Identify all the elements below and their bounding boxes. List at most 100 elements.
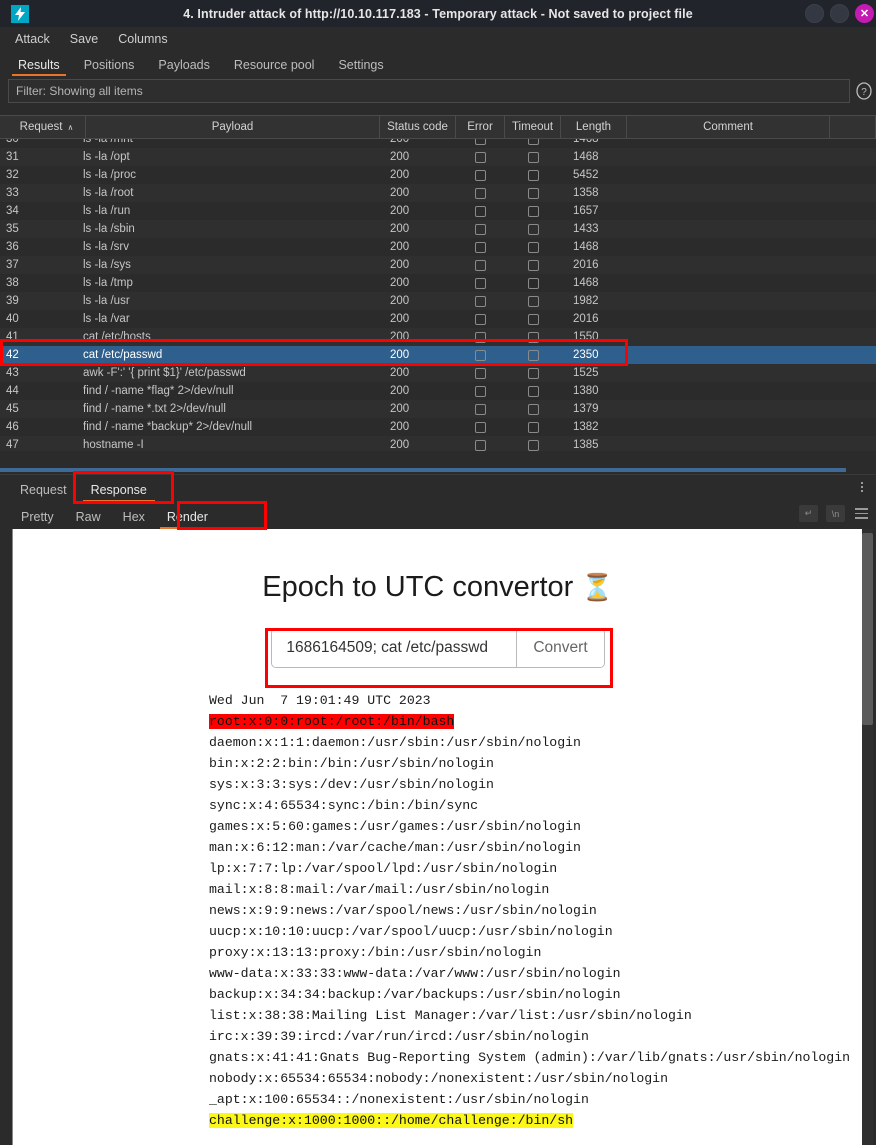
vertical-dots-icon[interactable] [856, 478, 868, 496]
table-row[interactable]: 42 cat /etc/passwd 200 2350 [0, 346, 876, 364]
table-horizontal-scrollbar[interactable] [0, 468, 846, 472]
tab-request[interactable]: Request [8, 483, 79, 502]
tab-pretty[interactable]: Pretty [10, 510, 65, 529]
timeout-checkbox[interactable] [527, 439, 539, 451]
menu-item-save[interactable]: Save [60, 27, 109, 51]
timeout-checkbox[interactable] [527, 169, 539, 181]
show-newlines-icon[interactable]: \n [826, 505, 845, 522]
table-row[interactable]: 32 ls -la /proc 200 5452 [0, 166, 876, 184]
timeout-checkbox[interactable] [527, 421, 539, 433]
timeout-checkbox[interactable] [527, 259, 539, 271]
table-row[interactable]: 41 cat /etc/hosts 200 1550 [0, 328, 876, 346]
error-checkbox[interactable] [475, 151, 486, 163]
table-row[interactable]: 31 ls -la /opt 200 1468 [0, 148, 876, 166]
column-header-timeout[interactable]: Timeout [505, 116, 561, 138]
render-scrollbar-thumb[interactable] [862, 533, 873, 725]
timeout-checkbox[interactable] [527, 295, 539, 307]
error-checkbox[interactable] [475, 187, 486, 199]
tab-positions[interactable]: Positions [72, 58, 147, 76]
close-button[interactable]: ✕ [855, 4, 874, 23]
cell-spacer [830, 292, 876, 310]
timeout-checkbox[interactable] [527, 277, 539, 289]
table-row[interactable]: 47 hostname -I 200 1385 [0, 436, 876, 451]
word-wrap-icon[interactable]: ↵ [799, 505, 818, 522]
tab-payloads[interactable]: Payloads [146, 58, 221, 76]
column-header-error[interactable]: Error [456, 116, 505, 138]
column-header-payload[interactable]: Payload [86, 116, 380, 138]
column-header-comment[interactable]: Comment [627, 116, 830, 138]
error-checkbox[interactable] [475, 421, 486, 433]
cell-length: 1468 [573, 277, 599, 289]
error-checkbox[interactable] [475, 295, 486, 307]
error-checkbox[interactable] [475, 349, 486, 361]
table-row[interactable]: 36 ls -la /srv 200 1468 [0, 238, 876, 256]
cell-timeout [505, 310, 561, 328]
timeout-checkbox[interactable] [527, 223, 539, 235]
error-checkbox[interactable] [475, 331, 486, 343]
error-checkbox[interactable] [475, 139, 486, 145]
tab-results[interactable]: Results [6, 58, 72, 76]
table-row[interactable]: 43 awk -F':' '{ print $1}' /etc/passwd 200… [0, 364, 876, 382]
hamburger-menu-icon[interactable] [853, 505, 870, 522]
tab-hex[interactable]: Hex [112, 510, 156, 529]
column-header-request[interactable]: Request ∧ [0, 116, 86, 138]
timeout-checkbox[interactable] [527, 151, 539, 163]
filter-bar[interactable]: Filter: Showing all items [8, 79, 850, 103]
timeout-checkbox[interactable] [527, 349, 539, 361]
tab-resource-pool[interactable]: Resource pool [222, 58, 327, 76]
error-checkbox[interactable] [475, 259, 486, 271]
results-table[interactable]: Request ∧ Payload Status code Error Time… [0, 115, 876, 472]
table-row[interactable]: 37 ls -la /sys 200 2016 [0, 256, 876, 274]
error-checkbox[interactable] [475, 169, 486, 181]
column-header-status-code[interactable]: Status code [380, 116, 456, 138]
error-checkbox[interactable] [475, 223, 486, 235]
timeout-checkbox[interactable] [527, 367, 539, 379]
cell-length: 1358 [573, 187, 599, 199]
timeout-checkbox[interactable] [527, 313, 539, 325]
cell-timeout [505, 202, 561, 220]
table-row[interactable]: 40 ls -la /var 200 2016 [0, 310, 876, 328]
rendered-response-panel[interactable]: Epoch to UTC convertor ⏳ Convert Wed Jun… [12, 529, 863, 1145]
question-mark-icon[interactable]: ? [855, 82, 873, 100]
error-checkbox[interactable] [475, 313, 486, 325]
timeout-checkbox[interactable] [527, 139, 539, 145]
error-checkbox[interactable] [475, 367, 486, 379]
minimize-button[interactable] [805, 4, 824, 23]
table-row[interactable]: 44 find / -name *flag* 2>/dev/null 200 1380 [0, 382, 876, 400]
timeout-checkbox[interactable] [527, 385, 539, 397]
convert-button[interactable]: Convert [516, 629, 604, 667]
table-row[interactable]: 30 ls -la /mnt 200 1468 [0, 139, 876, 148]
output-line: man:x:6:12:man:/var/cache/man:/usr/sbin/… [209, 837, 863, 858]
error-checkbox[interactable] [475, 385, 486, 397]
timeout-checkbox[interactable] [527, 403, 539, 415]
timeout-checkbox[interactable] [527, 241, 539, 253]
tab-response[interactable]: Response [79, 483, 159, 502]
tab-settings[interactable]: Settings [326, 58, 395, 76]
menu-item-columns[interactable]: Columns [108, 27, 177, 51]
timeout-checkbox[interactable] [527, 331, 539, 343]
table-row[interactable]: 35 ls -la /sbin 200 1433 [0, 220, 876, 238]
timeout-checkbox[interactable] [527, 205, 539, 217]
cell-payload: ls -la /mnt [83, 139, 133, 145]
table-row[interactable]: 39 ls -la /usr 200 1982 [0, 292, 876, 310]
cell-comment [627, 400, 830, 418]
maximize-button[interactable] [830, 4, 849, 23]
tab-raw[interactable]: Raw [65, 510, 112, 529]
table-row[interactable]: 33 ls -la /root 200 1358 [0, 184, 876, 202]
table-row[interactable]: 34 ls -la /run 200 1657 [0, 202, 876, 220]
error-checkbox[interactable] [475, 205, 486, 217]
column-header-length[interactable]: Length [561, 116, 627, 138]
error-checkbox[interactable] [475, 439, 486, 451]
cell-length: 1382 [573, 421, 599, 433]
cell-request: 45 [6, 403, 19, 415]
tab-render[interactable]: Render [156, 510, 219, 529]
table-row[interactable]: 38 ls -la /tmp 200 1468 [0, 274, 876, 292]
epoch-input[interactable] [272, 629, 517, 667]
table-row[interactable]: 45 find / -name *.txt 2>/dev/null 200 1379 [0, 400, 876, 418]
menu-item-attack[interactable]: Attack [5, 27, 60, 51]
error-checkbox[interactable] [475, 403, 486, 415]
error-checkbox[interactable] [475, 241, 486, 253]
table-row[interactable]: 46 find / -name *backup* 2>/dev/null 200 13… [0, 418, 876, 436]
timeout-checkbox[interactable] [527, 187, 539, 199]
error-checkbox[interactable] [475, 277, 486, 289]
